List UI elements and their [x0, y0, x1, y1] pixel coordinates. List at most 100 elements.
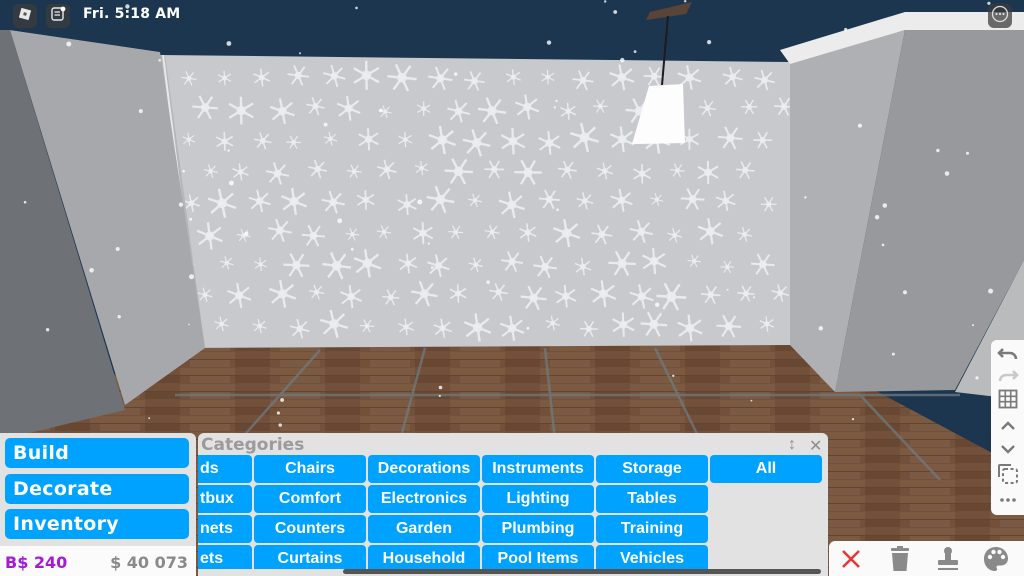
trash-icon[interactable] — [886, 545, 914, 573]
categories-panel: Categories ↕ ✕ ds tbux nets ets Chairs Comfor… — [198, 433, 828, 576]
snow-particle — [486, 280, 490, 284]
snow-particle — [804, 196, 807, 199]
snow-particle — [707, 40, 712, 45]
redo-icon[interactable] — [996, 366, 1020, 386]
more-options-icon — [991, 5, 1009, 28]
inventory-button[interactable]: Inventory — [5, 509, 189, 539]
snow-particle — [966, 151, 969, 155]
snow-particle — [555, 99, 558, 103]
snow-particle — [299, 52, 301, 55]
snow-particle — [188, 323, 190, 326]
roblox-logo-icon — [18, 7, 32, 26]
snow-particle — [278, 423, 282, 427]
category-instruments[interactable]: Instruments — [482, 455, 594, 483]
snow-particle — [148, 417, 151, 420]
undo-icon[interactable] — [996, 344, 1020, 364]
snow-particle — [633, 50, 637, 53]
category-plumbing[interactable]: Plumbing — [482, 515, 594, 543]
category-chairs[interactable]: Chairs — [254, 455, 366, 483]
snow-particle — [684, 0, 687, 3]
category-ds[interactable]: ds — [198, 455, 252, 483]
snow-particle — [117, 315, 121, 319]
stamp-icon[interactable] — [934, 545, 962, 573]
category-nets[interactable]: nets — [198, 515, 252, 543]
snow-particle — [891, 352, 895, 356]
snow-particle — [438, 394, 441, 397]
move-up-icon[interactable] — [996, 416, 1020, 436]
categories-grid[interactable]: ds tbux nets ets Chairs Comfort Counters Curtai… — [198, 455, 828, 569]
chat-button[interactable] — [46, 4, 70, 28]
categories-title: Categories — [201, 435, 305, 455]
more-options-button[interactable] — [988, 4, 1012, 28]
snow-particle — [604, 0, 607, 3]
snow-particle — [851, 418, 855, 421]
resize-icon[interactable]: ↕ — [788, 436, 796, 454]
snow-particle — [882, 203, 888, 208]
close-icon[interactable] — [837, 545, 865, 573]
category-decorations[interactable]: Decorations — [368, 455, 480, 483]
snow-particle — [226, 41, 232, 46]
snow-particle — [350, 247, 354, 251]
close-panel-icon[interactable]: ✕ — [809, 436, 822, 456]
more-icon[interactable] — [996, 490, 1020, 510]
snow-particle — [427, 242, 430, 245]
decorate-button[interactable]: Decorate — [5, 474, 189, 504]
snow-particle — [750, 399, 753, 402]
snow-particle — [936, 148, 940, 153]
snow-particle — [988, 288, 994, 294]
snow-particle — [944, 171, 950, 176]
snow-particle — [45, 328, 50, 332]
roblox-menu-button[interactable] — [13, 4, 37, 28]
category-tables[interactable]: Tables — [596, 485, 708, 513]
snow-particle — [89, 268, 94, 273]
category-curtains[interactable]: Curtains — [254, 545, 366, 569]
chat-icon — [50, 6, 66, 27]
horizontal-scrollbar[interactable] — [343, 569, 821, 574]
category-ets[interactable]: ets — [198, 545, 252, 569]
category-storage[interactable]: Storage — [596, 455, 708, 483]
category-counters[interactable]: Counters — [254, 515, 366, 543]
snow-particle — [620, 57, 625, 63]
snow-particle — [417, 199, 423, 205]
snow-particle — [138, 109, 143, 114]
category-pool-items[interactable]: Pool Items — [482, 545, 594, 569]
snow-particle — [355, 6, 358, 10]
category-all[interactable]: All — [710, 455, 822, 483]
snow-particle — [972, 324, 974, 327]
select-icon[interactable] — [996, 464, 1020, 484]
snow-particle — [857, 123, 863, 128]
category-tbux[interactable]: tbux — [198, 485, 252, 513]
snow-particle — [655, 302, 660, 307]
snow-particle — [158, 59, 161, 62]
snow-particle — [280, 398, 284, 402]
snow-particle — [556, 208, 559, 212]
snow-particle — [553, 106, 556, 109]
snow-particle — [454, 72, 458, 76]
cash-balance: $ 40 073 — [110, 553, 188, 572]
snow-particle — [844, 27, 848, 32]
snow-particle — [229, 180, 234, 186]
object-toolbar — [829, 541, 1024, 576]
category-electronics[interactable]: Electronics — [368, 485, 480, 513]
category-lighting[interactable]: Lighting — [482, 485, 594, 513]
snow-particle — [526, 326, 530, 330]
snow-particle — [975, 376, 979, 380]
snow-particle — [753, 296, 756, 299]
snow-particle — [189, 274, 194, 280]
category-household[interactable]: Household — [368, 545, 480, 569]
category-comfort[interactable]: Comfort — [254, 485, 366, 513]
snow-particle — [726, 288, 729, 291]
build-button[interactable]: Build — [5, 438, 189, 468]
category-vehicles[interactable]: Vehicles — [596, 545, 708, 569]
edit-toolbar — [991, 340, 1024, 515]
category-training[interactable]: Training — [596, 515, 708, 543]
category-garden[interactable]: Garden — [368, 515, 480, 543]
palette-icon[interactable] — [982, 545, 1010, 573]
snow-particle — [874, 215, 880, 220]
snow-particle — [431, 266, 434, 269]
robux-balance: B$ 240 — [5, 553, 68, 572]
grid-icon[interactable] — [996, 389, 1020, 409]
snow-particle — [546, 40, 552, 45]
move-down-icon[interactable] — [996, 439, 1020, 459]
snow-particle — [613, 10, 618, 14]
